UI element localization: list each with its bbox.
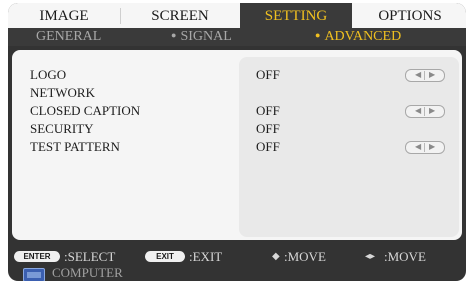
row-closed-caption-label[interactable]: CLOSED CAPTION xyxy=(30,102,140,120)
exit-key-badge: EXIT xyxy=(145,251,185,262)
logo-arrow-selector[interactable]: ◀ ▶ xyxy=(405,69,445,82)
enter-hint-label: :SELECT xyxy=(64,249,116,264)
exit-hint-label: :EXIT xyxy=(189,249,223,264)
bullet-icon: ● xyxy=(171,30,177,40)
row-test-pattern-label[interactable]: TEST PATTERN xyxy=(30,138,120,156)
bullet-icon: ● xyxy=(315,30,321,40)
tab-screen[interactable]: SCREEN xyxy=(124,3,236,28)
row-logo-value[interactable]: OFF xyxy=(256,66,280,84)
osd-menu: IMAGE SCREEN SETTING OPTIONS GENERAL ● SI… xyxy=(8,3,466,281)
tab-setting[interactable]: SETTING xyxy=(240,3,352,28)
input-source-label: COMPUTER xyxy=(52,265,123,280)
tab-options[interactable]: OPTIONS xyxy=(356,3,464,28)
tab-divider xyxy=(120,8,121,24)
row-network-label[interactable]: NETWORK xyxy=(30,84,95,102)
enter-key-badge: ENTER xyxy=(14,251,60,262)
arrow-left-icon: ◀ xyxy=(415,106,422,115)
move-vertical-label: :MOVE xyxy=(284,249,326,264)
row-security-value[interactable]: OFF xyxy=(256,120,280,138)
arrow-right-icon: ▶ xyxy=(429,142,436,151)
subtab-advanced-label: ADVANCED xyxy=(324,29,402,44)
arrow-left-icon: ◀ xyxy=(415,142,422,151)
up-down-arrows-icon: ◆ xyxy=(272,251,280,262)
subtab-general[interactable]: GENERAL xyxy=(36,28,101,46)
test-pattern-arrow-selector[interactable]: ◀ ▶ xyxy=(405,141,445,154)
subtab-general-label: GENERAL xyxy=(36,29,102,44)
row-logo-label[interactable]: LOGO xyxy=(30,66,66,84)
row-test-pattern-value[interactable]: OFF xyxy=(256,138,280,156)
sub-tab-bar: GENERAL ● SIGNAL ● ADVANCED xyxy=(8,28,466,46)
arrow-right-icon: ▶ xyxy=(429,106,436,115)
subtab-signal[interactable]: ● SIGNAL xyxy=(171,28,232,46)
input-source-bar: COMPUTER xyxy=(8,265,466,281)
tab-image[interactable]: IMAGE xyxy=(16,3,112,28)
row-closed-caption-value[interactable]: OFF xyxy=(256,102,280,120)
row-security-label[interactable]: SECURITY xyxy=(30,120,94,138)
left-right-arrows-icon: ◂▸ xyxy=(365,251,376,262)
arrow-right-icon: ▶ xyxy=(429,70,436,79)
computer-icon xyxy=(23,268,45,281)
subtab-signal-label: SIGNAL xyxy=(180,29,232,44)
arrow-left-icon: ◀ xyxy=(415,70,422,79)
subtab-advanced[interactable]: ● ADVANCED xyxy=(315,28,401,46)
main-tab-bar: IMAGE SCREEN SETTING OPTIONS xyxy=(8,3,466,28)
key-hint-bar: ENTER :SELECT EXIT :EXIT ◆ :MOVE ◂▸ :MOV… xyxy=(8,248,466,266)
move-horizontal-label: :MOVE xyxy=(384,249,426,264)
closed-caption-arrow-selector[interactable]: ◀ ▶ xyxy=(405,105,445,118)
